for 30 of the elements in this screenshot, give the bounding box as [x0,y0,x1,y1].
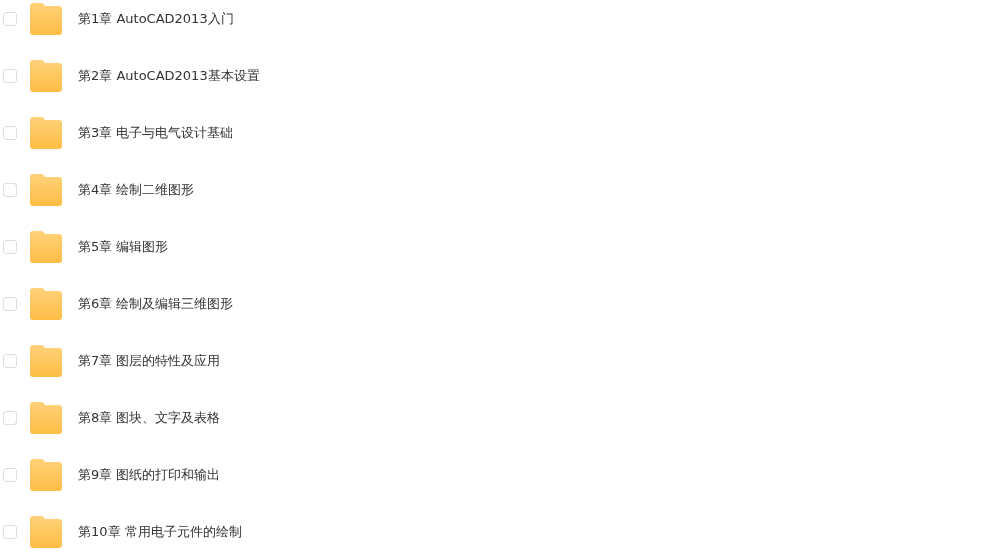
folder-icon [30,288,62,320]
folder-icon [30,459,62,491]
folder-icon [30,402,62,434]
checkbox[interactable] [3,297,17,311]
folder-name[interactable]: 第2章 AutoCAD2013基本设置 [78,67,260,85]
folder-icon [30,516,62,548]
folder-icon [30,174,62,206]
folder-name[interactable]: 第1章 AutoCAD2013入门 [78,10,234,28]
folder-icon [30,345,62,377]
folder-icon [30,60,62,92]
folder-name[interactable]: 第5章 编辑图形 [78,238,169,256]
folder-name[interactable]: 第9章 图纸的打印和输出 [78,466,221,484]
checkbox[interactable] [3,525,17,539]
folder-name[interactable]: 第3章 电子与电气设计基础 [78,124,234,142]
folder-icon [30,231,62,263]
folder-icon [30,3,62,35]
folder-icon [30,117,62,149]
folder-name[interactable]: 第8章 图块、文字及表格 [78,409,221,427]
checkbox[interactable] [3,411,17,425]
checkbox[interactable] [3,240,17,254]
checkbox[interactable] [3,183,17,197]
folder-name[interactable]: 第7章 图层的特性及应用 [78,352,221,370]
folder-name[interactable]: 第6章 绘制及编辑三维图形 [78,295,234,313]
checkbox[interactable] [3,126,17,140]
checkbox[interactable] [3,354,17,368]
folder-name[interactable]: 第10章 常用电子元件的绘制 [78,523,242,541]
checkbox[interactable] [3,69,17,83]
folder-name[interactable]: 第4章 绘制二维图形 [78,181,195,199]
checkbox[interactable] [3,12,17,26]
checkbox[interactable] [3,468,17,482]
